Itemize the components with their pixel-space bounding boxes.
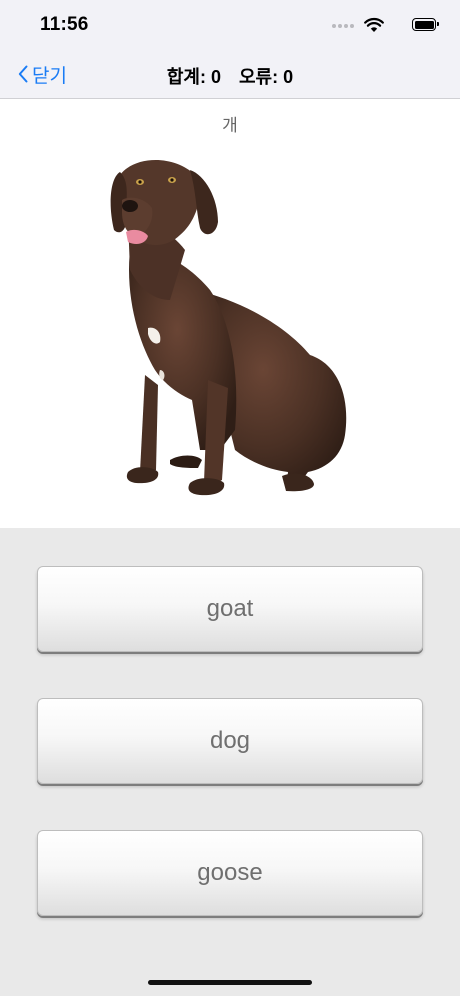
wifi-icon: [364, 17, 384, 32]
status-bar: 11:56: [0, 0, 460, 50]
score-title: 합계: 0 오류: 0: [0, 63, 460, 89]
prompt-word: 개: [222, 116, 238, 135]
total-count: 합계: 0: [166, 67, 221, 87]
answer-area: goat dog goose: [0, 528, 460, 996]
answer-button-dog[interactable]: dog: [37, 698, 423, 784]
dog-image: [110, 160, 347, 496]
status-time: 11:56: [40, 14, 89, 35]
navigation-bar: 닫기 합계: 0 오류: 0: [0, 50, 460, 99]
battery-icon: [412, 18, 439, 31]
home-indicator[interactable]: [148, 980, 312, 985]
answer-button-goat[interactable]: goat: [37, 566, 423, 652]
cellular-signal-icon: [332, 24, 354, 29]
answer-button-goose[interactable]: goose: [37, 830, 423, 916]
error-count: 오류: 0: [239, 67, 294, 87]
